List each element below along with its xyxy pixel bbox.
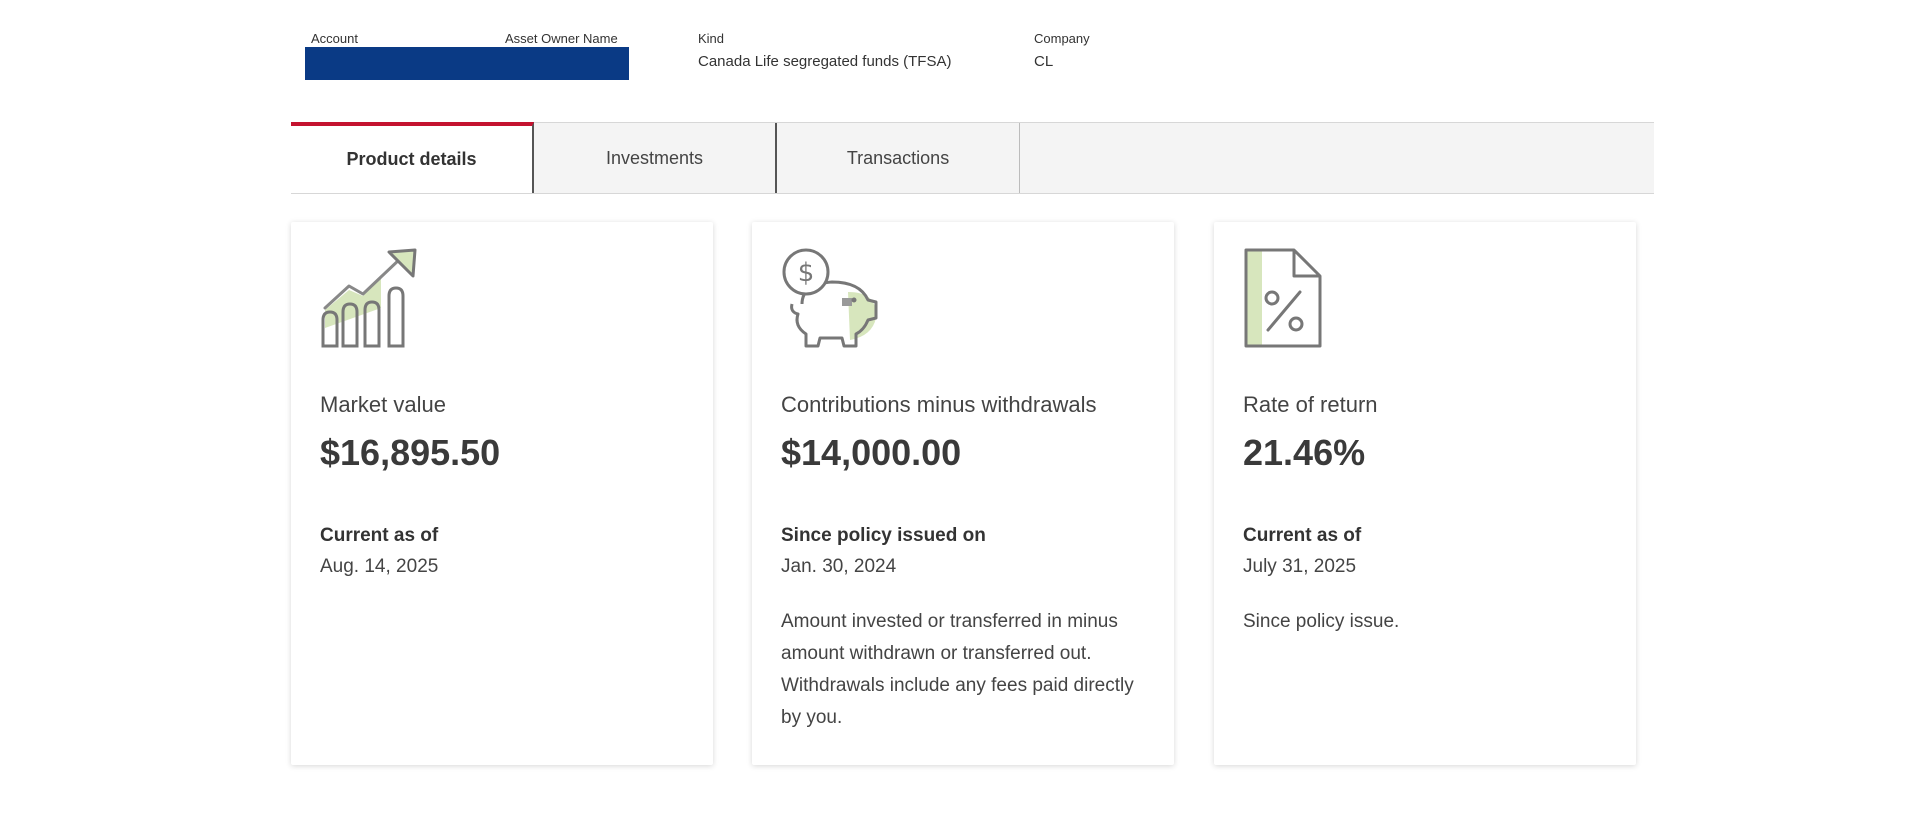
contributions-card: $ Contributions minus withdrawals $14,00…: [752, 222, 1174, 765]
piggy-bank-icon: $: [780, 248, 884, 348]
tab-transactions[interactable]: Transactions: [777, 123, 1020, 193]
company-value: CL: [1034, 53, 1054, 70]
contributions-description: Amount invested or transferred in minus …: [781, 611, 1134, 728]
contributions-since-date: Jan. 30, 2024: [781, 556, 897, 577]
market-value-card: Market value $16,895.50 Current as of Au…: [291, 222, 713, 765]
rate-of-return-title: Rate of return: [1243, 392, 1378, 417]
tab-investments[interactable]: Investments: [534, 123, 777, 193]
contributions-amount: $14,000.00: [781, 432, 962, 473]
svg-text:$: $: [798, 258, 815, 288]
growth-chart-icon: [319, 248, 423, 348]
rate-of-return-card: Rate of return 21.46% Current as of July…: [1214, 222, 1636, 765]
contributions-since-label: Since policy issued on: [781, 525, 986, 546]
market-value-as-of-date: Aug. 14, 2025: [320, 556, 439, 577]
page: Account Asset Owner Name Kind Canada Lif…: [0, 0, 1917, 820]
tab-product-details[interactable]: Product details: [291, 122, 534, 193]
redacted-account-info: [305, 47, 629, 80]
rate-of-return-description: Since policy issue.: [1243, 611, 1400, 632]
kind-value: Canada Life segregated funds (TFSA): [698, 53, 952, 70]
account-label: Account: [311, 31, 358, 46]
asset-owner-label: Asset Owner Name: [505, 31, 618, 46]
market-value-as-of-label: Current as of: [320, 525, 439, 546]
company-label: Company: [1034, 31, 1090, 46]
tab-bar: Product details Investments Transactions: [291, 122, 1654, 194]
contributions-title: Contributions minus withdrawals: [781, 392, 1097, 417]
rate-of-return-as-of-date: July 31, 2025: [1243, 556, 1357, 577]
rate-of-return-as-of-label: Current as of: [1243, 525, 1362, 546]
percent-document-icon: [1242, 248, 1346, 348]
rate-of-return-amount: 21.46%: [1243, 432, 1366, 473]
kind-label: Kind: [698, 31, 725, 46]
market-value-title: Market value: [320, 392, 446, 417]
market-value-amount: $16,895.50: [320, 432, 501, 473]
